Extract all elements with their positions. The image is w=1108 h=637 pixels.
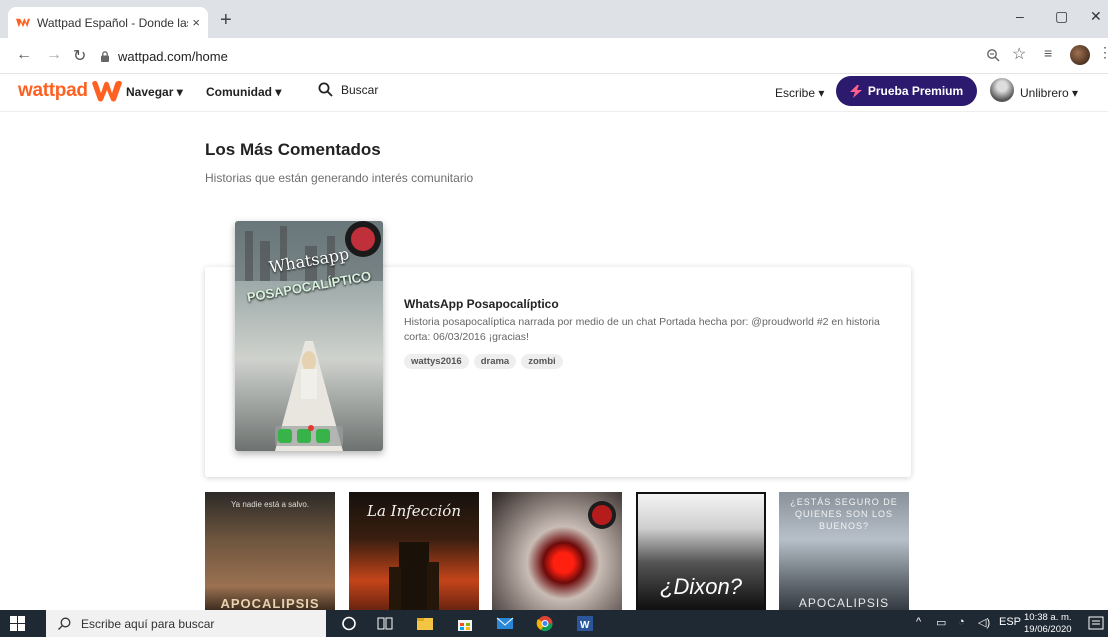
write-menu[interactable]: Escribe ▾	[775, 86, 824, 100]
menu-dots-icon[interactable]: ⋮	[1098, 44, 1108, 61]
premium-label: Prueba Premium	[867, 84, 964, 98]
task-view-icon[interactable]	[376, 615, 394, 632]
cover-subtitle: APOCALIPSIS	[798, 596, 890, 610]
window-close-icon[interactable]: ✕	[1090, 8, 1102, 25]
featured-story-cover[interactable]: Whatsapp POSAPOCALÍPTICO	[235, 221, 383, 451]
story-cover-1[interactable]: Ya nadie está a salvo. APOCALIPSIS	[205, 492, 335, 610]
url-text: wattpad.com/home	[118, 48, 228, 64]
section-title: Los Más Comentados	[205, 140, 381, 159]
svg-text:W: W	[580, 620, 590, 631]
nav-community-menu[interactable]: Comunidad ▾	[206, 85, 281, 99]
cover-title: ¿Dixon?	[660, 574, 742, 599]
clock-date: 19/06/2020	[1024, 624, 1072, 635]
building-silhouette	[389, 542, 439, 610]
back-icon[interactable]: ←	[16, 46, 32, 64]
close-tab-icon[interactable]: ×	[192, 15, 200, 30]
browser-toolbar: ← → ↻ wattpad.com/home ☆ ≡ ⋮	[0, 38, 1108, 74]
forward-icon[interactable]: →	[46, 46, 62, 64]
tray-chevron-icon[interactable]: ^	[916, 616, 921, 628]
wifi-icon[interactable]: ◔	[958, 616, 965, 628]
clock-time: 10:38 a. m.	[1024, 612, 1072, 623]
search-icon	[58, 617, 71, 630]
browser-tab-title: Wattpad Español - Donde las his	[37, 15, 188, 30]
new-tab-icon[interactable]: +	[220, 10, 232, 30]
cover-tagline: Ya nadie está a salvo.	[230, 500, 310, 509]
browser-tab-strip: Wattpad Español - Donde las his × + – ▢ …	[0, 0, 1108, 38]
store-icon[interactable]	[456, 615, 474, 632]
cortana-icon[interactable]	[340, 615, 358, 632]
wattpad-favicon-icon	[16, 17, 30, 27]
wattpad-logo[interactable]: wattpad	[18, 80, 122, 102]
nav-browse-menu[interactable]: Navegar ▾	[126, 85, 183, 99]
tag-chip[interactable]: wattys2016	[404, 354, 469, 369]
featured-story-tags: wattys2016 drama zombi	[404, 354, 563, 369]
tag-chip[interactable]: zombi	[521, 354, 563, 369]
mail-icon[interactable]	[496, 615, 514, 632]
try-premium-button[interactable]: Prueba Premium	[836, 76, 977, 106]
windows-start-icon[interactable]	[10, 616, 25, 631]
taskbar-search-placeholder: Escribe aquí para buscar	[81, 616, 215, 631]
user-menu[interactable]: Unlibrero ▾	[1020, 86, 1078, 100]
file-explorer-icon[interactable]	[416, 615, 434, 632]
cover-title: ¿ESTÁS SEGURO DE QUIENES SON LOS BUENOS?	[790, 497, 898, 531]
section-subtitle: Historias que están generando interés co…	[205, 171, 474, 185]
notifications-icon[interactable]	[1087, 615, 1105, 632]
featured-story-description: Historia posapocalíptica narrada por med…	[404, 316, 880, 343]
cover-title: La Infección	[367, 502, 461, 520]
search-icon	[318, 82, 333, 97]
story-cover-3[interactable]	[492, 492, 622, 610]
story-cover-5[interactable]: ¿ESTÁS SEGURO DE QUIENES SON LOS BUENOS?…	[779, 492, 909, 610]
windows-taskbar: Escribe aquí para buscar W ^ ▭ ◔ ◁) ESP …	[0, 610, 1108, 637]
tag-chip[interactable]: drama	[473, 354, 517, 369]
minimize-icon[interactable]: –	[1016, 8, 1024, 24]
browser-tab[interactable]: Wattpad Español - Donde las his ×	[8, 7, 208, 38]
network-icon[interactable]: ▭	[936, 616, 946, 629]
search-button[interactable]: Buscar	[318, 82, 378, 97]
logo-text: wattpad	[18, 80, 88, 101]
restore-icon[interactable]: ▢	[1055, 8, 1068, 25]
chrome-icon[interactable]	[536, 615, 554, 632]
cover-title: APOCALIPSIS	[220, 596, 320, 610]
story-cover-2[interactable]: La Infección	[349, 492, 479, 610]
search-label: Buscar	[341, 82, 379, 97]
story-cover-4[interactable]: ¿Dixon?	[636, 492, 766, 610]
lock-icon	[101, 50, 109, 62]
lightning-icon	[849, 84, 862, 98]
site-header: wattpad Navegar ▾ Comunidad ▾ Buscar Esc…	[0, 74, 1108, 112]
user-avatar[interactable]	[990, 78, 1014, 102]
wattpad-w-icon	[91, 80, 122, 102]
address-bar[interactable]: wattpad.com/home	[100, 44, 960, 68]
input-language[interactable]: ESP	[999, 616, 1021, 628]
volume-icon[interactable]: ◁)	[978, 616, 990, 629]
media-queue-icon[interactable]: ≡	[1044, 45, 1052, 61]
featured-story-title[interactable]: WhatsApp Posapocalíptico	[404, 297, 559, 311]
taskbar-search-box[interactable]: Escribe aquí para buscar	[46, 610, 326, 637]
word-icon[interactable]: W	[576, 615, 594, 632]
bookmark-star-icon[interactable]: ☆	[1012, 44, 1026, 64]
profile-avatar-icon[interactable]	[1070, 45, 1090, 65]
zoom-icon[interactable]	[986, 48, 1000, 62]
wattpad-badge-icon	[588, 501, 616, 529]
reload-icon[interactable]: ↻	[73, 46, 86, 66]
clock[interactable]: 10:38 a. m. 19/06/2020	[1024, 612, 1072, 636]
